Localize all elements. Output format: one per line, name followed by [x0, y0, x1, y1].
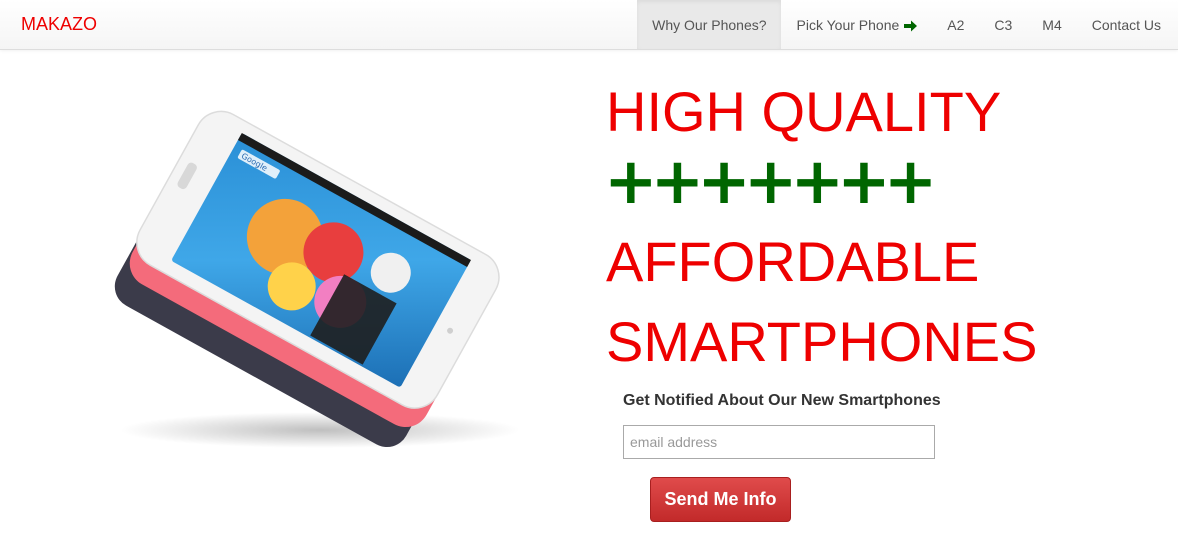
main-nav: Why Our Phones? Pick Your Phone A2 C3 M4… — [637, 0, 1178, 49]
nav-label: Why Our Phones? — [652, 16, 767, 33]
brand-logo[interactable]: MAKAZO — [21, 14, 97, 35]
smartphone-stack-image: Google — [80, 95, 530, 455]
nav-a2[interactable]: A2 — [932, 0, 979, 49]
nav-m4[interactable]: M4 — [1027, 0, 1076, 49]
signup-heading: Get Notified About Our New Smartphones — [623, 392, 941, 409]
email-field[interactable] — [623, 425, 935, 459]
nav-why-our-phones[interactable]: Why Our Phones? — [637, 0, 781, 49]
nav-c3[interactable]: C3 — [979, 0, 1027, 49]
nav-label: C3 — [994, 16, 1013, 33]
headline-affordable: AFFORDABLE — [606, 230, 980, 293]
headline-smartphones: SMARTPHONES — [606, 310, 1038, 373]
arrow-right-icon — [903, 19, 918, 31]
nav-label: M4 — [1042, 16, 1062, 33]
headline-high-quality: HIGH QUALITY — [606, 80, 1002, 143]
nav-label: Pick Your Phone — [796, 16, 900, 33]
nav-label: A2 — [947, 16, 965, 33]
nav-label: Contact Us — [1091, 16, 1161, 33]
plus-signs-decoration: +++++++ — [604, 145, 937, 219]
nav-contact-us[interactable]: Contact Us — [1077, 0, 1178, 49]
nav-pick-your-phone[interactable]: Pick Your Phone — [781, 0, 933, 49]
top-navbar: MAKAZO Why Our Phones? Pick Your Phone A… — [0, 0, 1178, 50]
send-me-info-button[interactable]: Send Me Info — [650, 477, 791, 522]
